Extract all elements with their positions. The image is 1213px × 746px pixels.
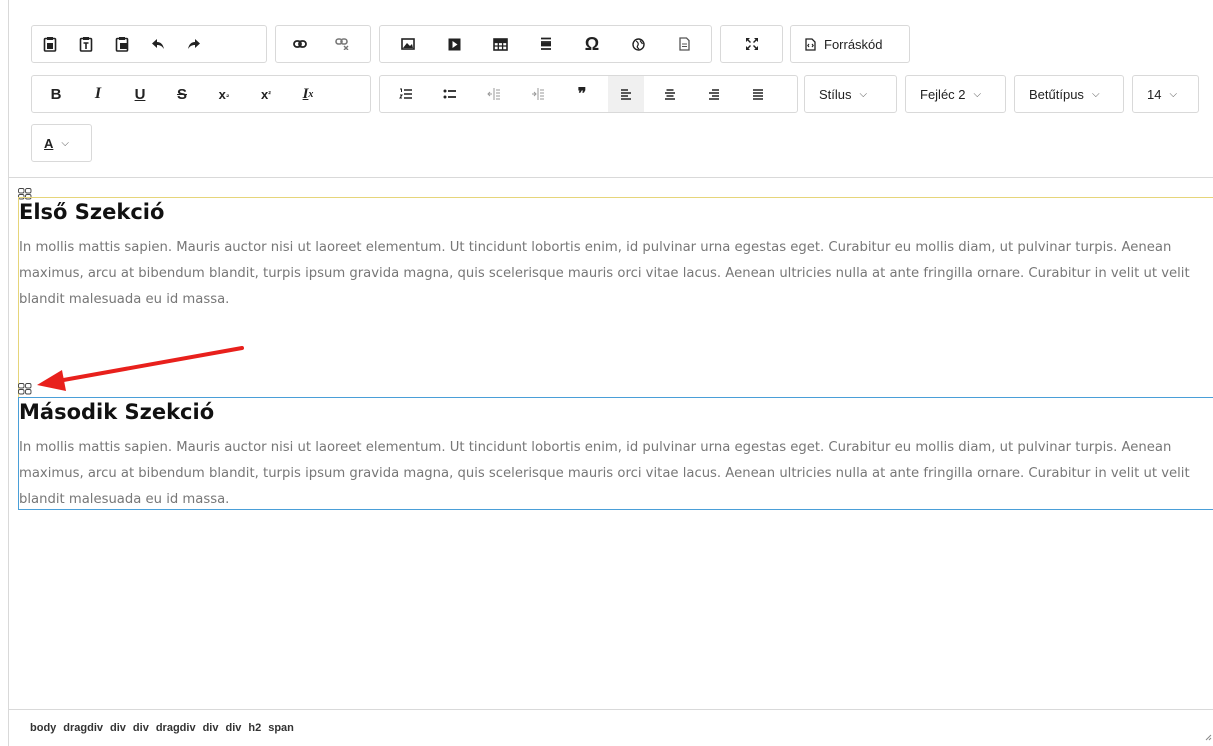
format-group: B I U S x₂ x² Ix: [31, 75, 371, 113]
video-icon[interactable]: [436, 26, 472, 62]
horizontal-line-icon[interactable]: [528, 26, 564, 62]
text-color-label: A: [44, 135, 54, 151]
align-right-icon[interactable]: [696, 76, 732, 112]
subscript-x: x: [218, 86, 226, 102]
section-body[interactable]: In mollis mattis sapien. Mauris auctor n…: [19, 235, 1213, 313]
path-item[interactable]: div: [225, 722, 241, 734]
indent-icon[interactable]: [520, 76, 556, 112]
section-second[interactable]: Második Szekció In mollis mattis sapien.…: [18, 397, 1213, 510]
source-icon: [805, 37, 816, 51]
chevron-down-icon: ⌵: [973, 88, 982, 100]
editor-toolbar: Ω Forráskód B I U S x ₂ x ² I x ❞ Stílus…: [9, 0, 1213, 178]
chevron-down-icon: ⌵: [61, 137, 69, 149]
clipboard-group: [31, 25, 267, 63]
section-heading[interactable]: Második Szekció: [19, 399, 1213, 425]
link-group: [275, 25, 371, 63]
align-center-icon[interactable]: [652, 76, 688, 112]
align-left-icon[interactable]: [608, 76, 644, 112]
path-item[interactable]: dragdiv: [63, 722, 103, 734]
chevron-down-icon: ⌵: [859, 88, 868, 100]
drag-handle-icon[interactable]: [18, 382, 32, 395]
redo-icon[interactable]: [176, 26, 212, 62]
path-item[interactable]: dragdiv: [156, 722, 196, 734]
paste-icon[interactable]: [32, 26, 68, 62]
path-item[interactable]: h2: [248, 722, 261, 734]
unlink-icon[interactable]: [324, 26, 360, 62]
clear-format-x: x: [308, 88, 314, 100]
subscript-button[interactable]: x₂: [206, 76, 242, 112]
image-icon[interactable]: [390, 26, 426, 62]
bold-button[interactable]: B: [38, 76, 74, 112]
size-label: 14: [1147, 86, 1162, 102]
insert-group: Ω: [379, 25, 712, 63]
table-icon[interactable]: [482, 26, 518, 62]
font-select[interactable]: Betűtípus ⌵: [1015, 76, 1114, 112]
section-heading[interactable]: Első Szekció: [19, 199, 1213, 225]
paste-word-icon[interactable]: [104, 26, 140, 62]
heading-label: Fejléc 2: [920, 86, 966, 102]
section-first[interactable]: Első Szekció In mollis mattis sapien. Ma…: [18, 197, 1213, 397]
path-item[interactable]: body: [30, 722, 56, 734]
chevron-down-icon: ⌵: [1091, 88, 1100, 100]
ordered-list-icon[interactable]: [388, 76, 424, 112]
text-color-dropdown[interactable]: A ⌵: [31, 124, 92, 162]
editor-content[interactable]: Első Szekció In mollis mattis sapien. Ma…: [9, 179, 1213, 709]
text-color-select[interactable]: A ⌵: [32, 125, 81, 161]
element-path-bar: body dragdiv div div dragdiv div div h2 …: [9, 709, 1213, 746]
justify-icon[interactable]: [740, 76, 776, 112]
source-label: Forráskód: [824, 36, 883, 52]
maximize-icon[interactable]: [734, 26, 770, 62]
style-dropdown[interactable]: Stílus ⌵: [804, 75, 897, 113]
path-item[interactable]: div: [133, 722, 149, 734]
section-body[interactable]: In mollis mattis sapien. Mauris auctor n…: [19, 435, 1213, 513]
clear-format-button[interactable]: Ix: [290, 76, 326, 112]
globe-icon[interactable]: [620, 26, 656, 62]
superscript-x: x: [261, 86, 269, 102]
link-icon[interactable]: [282, 26, 318, 62]
superscript-button[interactable]: x²: [248, 76, 284, 112]
style-select[interactable]: Stílus ⌵: [805, 76, 881, 112]
font-dropdown[interactable]: Betűtípus ⌵: [1014, 75, 1124, 113]
blockquote-icon[interactable]: ❞: [564, 76, 600, 112]
page-icon[interactable]: [666, 26, 702, 62]
size-dropdown[interactable]: 14 ⌵: [1132, 75, 1199, 113]
bullet-list-icon[interactable]: [432, 76, 468, 112]
paste-text-icon[interactable]: [68, 26, 104, 62]
undo-icon[interactable]: [140, 26, 176, 62]
path-item[interactable]: div: [110, 722, 126, 734]
heading-dropdown[interactable]: Fejléc 2 ⌵: [905, 75, 1006, 113]
subscript-small: ₂: [225, 89, 230, 99]
outdent-icon[interactable]: [476, 76, 512, 112]
underline-button[interactable]: U: [122, 76, 158, 112]
size-select[interactable]: 14 ⌵: [1133, 76, 1191, 112]
italic-button[interactable]: I: [80, 76, 116, 112]
special-char-icon[interactable]: Ω: [574, 26, 610, 62]
path-item[interactable]: span: [268, 722, 294, 734]
chevron-down-icon: ⌵: [1169, 88, 1178, 100]
superscript-small: ²: [268, 89, 271, 99]
path-item[interactable]: div: [203, 722, 219, 734]
rich-text-editor: Ω Forráskód B I U S x ₂ x ² I x ❞ Stílus…: [8, 0, 1213, 746]
resize-handle-icon[interactable]: [1204, 732, 1212, 741]
font-label: Betűtípus: [1029, 86, 1084, 102]
heading-select[interactable]: Fejléc 2 ⌵: [906, 76, 995, 112]
style-label: Stílus: [819, 86, 852, 102]
maximize-group: [720, 25, 783, 63]
source-group: Forráskód: [790, 25, 910, 63]
block-group: ❞: [379, 75, 798, 113]
strikethrough-button[interactable]: S: [164, 76, 200, 112]
source-button[interactable]: Forráskód: [791, 26, 897, 62]
